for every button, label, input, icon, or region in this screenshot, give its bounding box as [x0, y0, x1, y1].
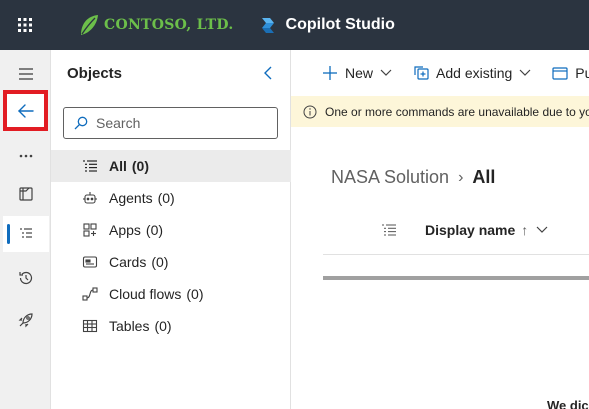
publish-label: Pul — [575, 65, 589, 81]
nav-item-cloud-flows[interactable]: Cloud flows (0) — [51, 278, 291, 310]
history-icon — [19, 271, 33, 285]
view-button[interactable] — [3, 176, 49, 212]
loading-bar — [323, 276, 589, 280]
copilot-studio-logo-icon — [261, 18, 274, 33]
collapse-panel-button[interactable] — [258, 62, 278, 84]
nav-item-count: (0) — [145, 222, 164, 238]
history-button[interactable] — [3, 260, 49, 296]
sort-ascending-icon: ↑ — [521, 222, 529, 238]
nav-item-label: Apps — [109, 222, 141, 238]
nav-item-label: All — [109, 158, 127, 174]
objects-panel: Objects Search All (0) Agents (0) Apps (… — [51, 50, 291, 409]
objects-nav: All (0) Agents (0) Apps (0) Cards (0) Cl… — [51, 150, 291, 342]
flow-icon — [81, 285, 99, 303]
objects-button[interactable] — [3, 216, 49, 252]
waffle-icon — [18, 18, 32, 32]
more-button[interactable] — [3, 138, 49, 174]
brand-name: CONTOSO, LTD. — [104, 17, 234, 33]
publish-button[interactable]: Pul — [551, 64, 589, 82]
notice-banner: One or more commands are unavailable due… — [291, 96, 589, 127]
command-bar: New Add existing Pul — [291, 50, 589, 96]
breadcrumb-parent[interactable]: NASA Solution — [331, 167, 449, 188]
breadcrumb-separator-icon: › — [458, 168, 464, 186]
top-bar: CONTOSO, LTD. Copilot Studio — [0, 0, 589, 50]
list-icon — [20, 228, 32, 238]
publish-icon — [552, 67, 568, 80]
chevron-down-icon[interactable] — [536, 226, 548, 234]
breadcrumb-current: All — [472, 167, 496, 187]
nav-item-count: (0) — [131, 158, 150, 174]
nav-item-label: Cloud flows — [109, 286, 182, 302]
panel-icon — [19, 187, 33, 201]
card-icon — [81, 253, 99, 271]
apps-icon — [81, 221, 99, 239]
add-existing-button[interactable]: Add existing — [412, 64, 537, 82]
breadcrumb: NASA Solution › All — [331, 167, 495, 188]
notice-text: One or more commands are unavailable due… — [325, 104, 589, 119]
plus-icon — [323, 66, 337, 80]
nav-item-count: (0) — [157, 190, 175, 206]
search-input[interactable]: Search — [63, 107, 278, 139]
nav-item-count: (0) — [154, 318, 172, 334]
new-button[interactable]: New — [321, 64, 398, 82]
add-existing-icon — [414, 66, 429, 80]
leaf-logo-icon — [81, 15, 98, 35]
product-name: Copilot Studio — [285, 16, 395, 33]
hamburger-icon — [19, 68, 33, 80]
bot-icon — [81, 189, 99, 207]
product[interactable]: Copilot Studio — [258, 15, 395, 35]
panel-title: Objects — [67, 65, 123, 82]
nav-item-apps[interactable]: Apps (0) — [51, 214, 291, 246]
nav-item-cards[interactable]: Cards (0) — [51, 246, 291, 278]
nav-item-count: (0) — [151, 254, 169, 270]
add-existing-label: Add existing — [436, 65, 513, 81]
new-button-label: New — [345, 65, 374, 81]
table-icon — [81, 317, 99, 335]
chevron-left-icon — [264, 66, 272, 80]
display-name-column-header[interactable]: Display name — [425, 222, 515, 238]
main-content: New Add existing Pul One or more command… — [291, 50, 589, 409]
brand: CONTOSO, LTD. — [78, 13, 234, 37]
nav-item-label: Cards — [109, 254, 147, 270]
back-button[interactable] — [3, 90, 48, 131]
empty-state-text: We dic — [547, 398, 589, 409]
search-placeholder: Search — [96, 115, 141, 131]
list-icon — [81, 157, 99, 175]
list-icon — [382, 224, 396, 236]
more-icon — [19, 154, 33, 158]
menu-button[interactable] — [3, 56, 49, 92]
nav-item-label: Agents — [109, 190, 153, 206]
app-launcher-button[interactable] — [0, 0, 50, 50]
deploy-button[interactable] — [3, 302, 49, 338]
search-icon — [74, 116, 88, 130]
table-header: Display name ↑ — [381, 222, 548, 238]
nav-item-all[interactable]: All (0) — [51, 150, 291, 182]
info-icon — [303, 105, 317, 118]
nav-item-agents[interactable]: Agents (0) — [51, 182, 291, 214]
nav-item-count: (0) — [186, 286, 204, 302]
chevron-down-icon — [380, 69, 392, 76]
nav-item-label: Tables — [109, 318, 150, 334]
chevron-down-icon — [519, 69, 531, 76]
left-rail — [0, 50, 51, 409]
header-divider — [323, 254, 589, 255]
nav-item-tables[interactable]: Tables (0) — [51, 310, 291, 342]
rocket-icon — [18, 313, 33, 328]
arrow-left-icon — [17, 103, 34, 118]
